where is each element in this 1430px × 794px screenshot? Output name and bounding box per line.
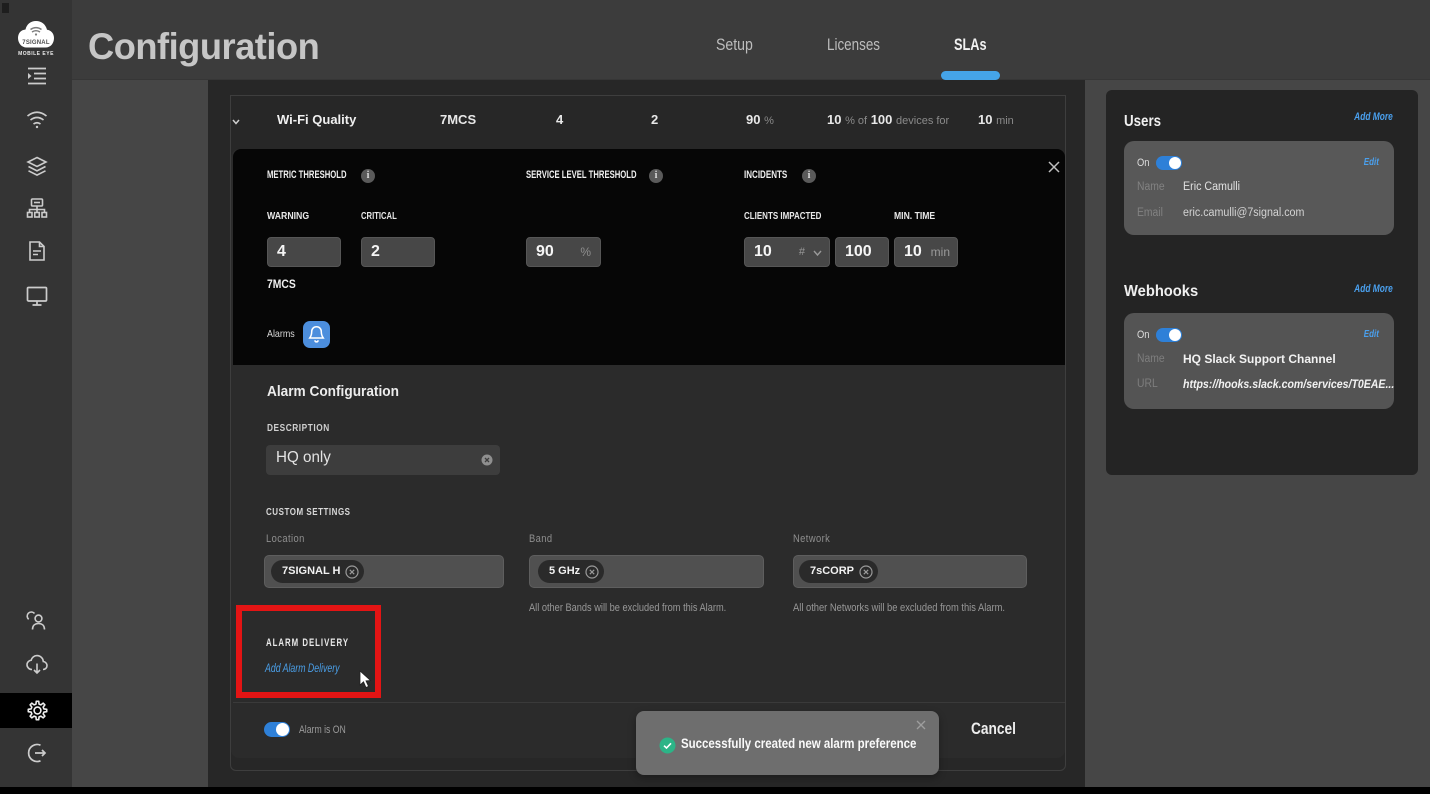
svg-text:7SIGNAL: 7SIGNAL: [22, 40, 50, 46]
svg-text:MOBILE EYE: MOBILE EYE: [18, 51, 54, 57]
